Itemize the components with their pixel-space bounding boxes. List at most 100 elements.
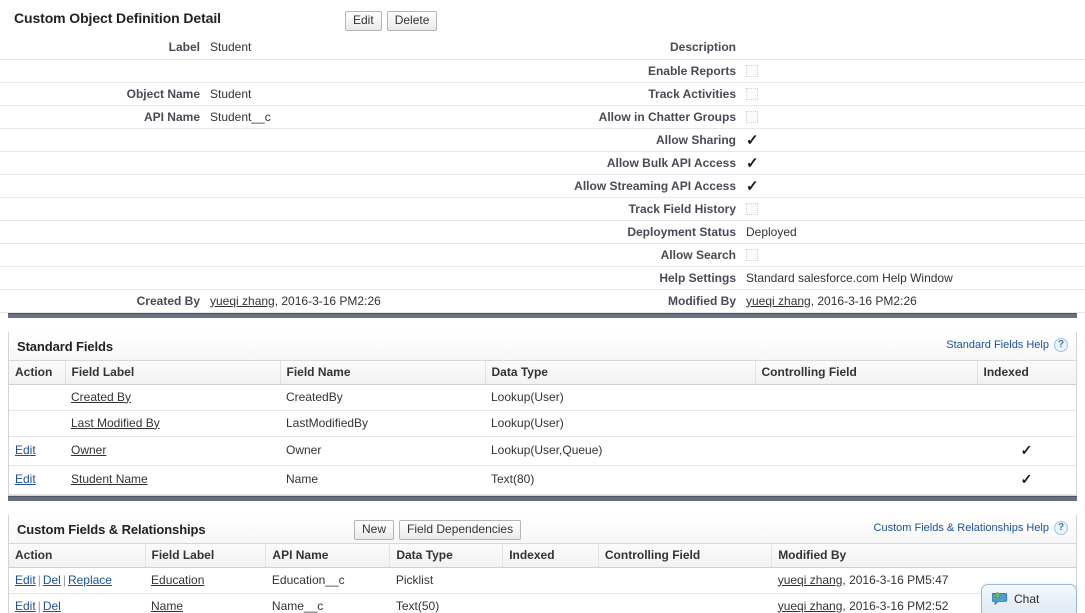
detail-row: Track Field History [0, 197, 1085, 221]
field-label: Deployment Status [542, 220, 742, 244]
table-row: Last Modified By LastModifiedBy Lookup(Use… [9, 410, 1076, 437]
data-type-cell: Lookup(User) [485, 384, 755, 411]
field-label: Created By [0, 289, 206, 313]
timestamp: , 2016-3-16 PM2:26 [274, 293, 381, 308]
field-label-cell: Student Name [65, 465, 280, 495]
field-label-cell-text[interactable]: Owner [71, 443, 106, 457]
table-header-row: Action Field Label Field Name Data Type Cont… [9, 360, 1076, 385]
field-name-cell-text: LastModifiedBy [286, 415, 369, 430]
empty-cell [206, 151, 542, 175]
custom-fields-help-link[interactable]: Custom Fields & Relationships Help [874, 522, 1049, 534]
field-label-cell-text[interactable]: Created By [71, 390, 131, 404]
checkmark-icon: ✓ [1020, 441, 1033, 458]
column-header: API Name [265, 543, 391, 568]
column-header: Data Type [389, 543, 504, 568]
user-link[interactable]: yueqi zhang [210, 294, 275, 308]
field-label: Object Name [0, 82, 206, 106]
field-label: Allow Bulk API Access [542, 151, 742, 175]
checkmark-icon: ✓ [746, 154, 759, 172]
action-link-edit[interactable]: Edit [15, 443, 36, 457]
empty-cell [0, 128, 206, 152]
action-link-del[interactable]: Del [43, 573, 61, 587]
action-separator: | [37, 572, 41, 587]
column-header: Data Type [485, 360, 756, 385]
data-type-cell-text: Picklist [395, 572, 434, 587]
column-header: Controlling Field [598, 543, 773, 568]
field-dependencies-button[interactable]: Field Dependencies [399, 519, 522, 540]
field-name-cell-text: CreatedBy [286, 389, 343, 404]
indexed-cell [977, 410, 1076, 437]
field-label-cell-text[interactable]: Student Name [71, 472, 148, 486]
field-label-cell: Owner [65, 436, 280, 466]
field-label-text: Deployment Status [627, 224, 736, 239]
field-value: Standard salesforce.com Help Window [742, 266, 1085, 290]
field-label-text: Allow Streaming API Access [574, 178, 736, 193]
field-label: API Name [0, 105, 206, 129]
checkbox-unchecked-icon [746, 202, 758, 215]
field-label: Label [0, 36, 206, 60]
field-label-text: API Name [143, 109, 200, 124]
action-link-edit[interactable]: Edit [15, 599, 36, 613]
column-header: Action [9, 360, 66, 385]
edit-button[interactable]: Edit [345, 11, 382, 31]
table-row: Edit Student Name Name Text(80) ✓ [9, 465, 1076, 495]
user-link[interactable]: yueqi zhang [778, 599, 843, 613]
delete-button[interactable]: Delete [386, 11, 438, 31]
indexed-cell [502, 593, 599, 613]
data-type-cell: Lookup(User) [485, 410, 755, 437]
timestamp: , 2016-3-16 PM5:47 [842, 572, 949, 587]
empty-cell [206, 174, 542, 198]
data-type-cell: Text(50) [389, 593, 503, 613]
field-value: ✓ [742, 151, 1085, 175]
field-label: Help Settings [542, 266, 742, 290]
empty-cell [206, 59, 542, 83]
action-link-del[interactable]: Del [43, 599, 61, 613]
empty-cell [0, 59, 206, 83]
field-value: Deployed [742, 220, 1085, 244]
field-label: Track Field History [542, 197, 742, 221]
indexed-cell [502, 567, 599, 594]
field-value-text: Deployed [746, 224, 797, 239]
question-mark-icon[interactable]: ? [1054, 337, 1068, 352]
action-link-edit[interactable]: Edit [15, 472, 36, 486]
action-link-edit[interactable]: Edit [15, 573, 36, 587]
custom-fields-table-head: Action Field Label API Name Data Type Indexe… [9, 543, 1076, 568]
field-value: Student__c [206, 105, 542, 129]
column-header: Controlling Field [755, 360, 978, 385]
user-link[interactable]: yueqi zhang [778, 573, 843, 587]
row-actions: Edit [9, 436, 65, 466]
empty-cell [0, 197, 206, 221]
api-name-cell: Name__c [265, 593, 390, 613]
field-label-cell: Education [145, 567, 266, 594]
action-link-replace[interactable]: Replace [68, 573, 112, 587]
field-value: Student [206, 36, 542, 60]
row-actions [9, 410, 65, 437]
field-label: Modified By [542, 289, 742, 313]
new-field-button[interactable]: New [354, 519, 395, 540]
field-label-text: Created By [136, 293, 200, 308]
field-label-text: Allow Search [660, 247, 736, 262]
row-actions: Edit [9, 465, 65, 495]
field-label-text: Label [168, 40, 200, 55]
indexed-cell: ✓ [977, 465, 1076, 495]
standard-fields-help-group: Standard Fields Help ? [946, 337, 1068, 352]
detail-grid-body: Label Student Description Enable Reports Obj… [0, 36, 1085, 313]
field-value [742, 197, 1085, 221]
field-label-text: Allow Bulk API Access [606, 155, 736, 170]
field-label-cell-text[interactable]: Name [151, 599, 183, 613]
standard-fields-help-link[interactable]: Standard Fields Help [946, 339, 1049, 351]
field-label-cell-text[interactable]: Last Modified By [71, 416, 160, 430]
question-mark-icon[interactable]: ? [1054, 520, 1068, 535]
custom-fields-section: Custom Fields & Relationships New Field … [8, 514, 1077, 613]
column-header: Field Label [145, 543, 267, 568]
table-header-row: Action Field Label API Name Data Type Indexe… [9, 543, 1076, 568]
row-actions [9, 384, 65, 411]
checkbox-unchecked-icon [746, 248, 758, 261]
indexed-cell [977, 384, 1076, 411]
field-label: Allow in Chatter Groups [542, 105, 742, 129]
field-label-cell: Created By [65, 384, 280, 411]
user-link[interactable]: yueqi zhang [746, 294, 811, 308]
chat-widget[interactable]: Chat [981, 584, 1077, 613]
field-label-cell-text[interactable]: Education [151, 573, 204, 587]
custom-fields-top-bar [8, 495, 1077, 501]
